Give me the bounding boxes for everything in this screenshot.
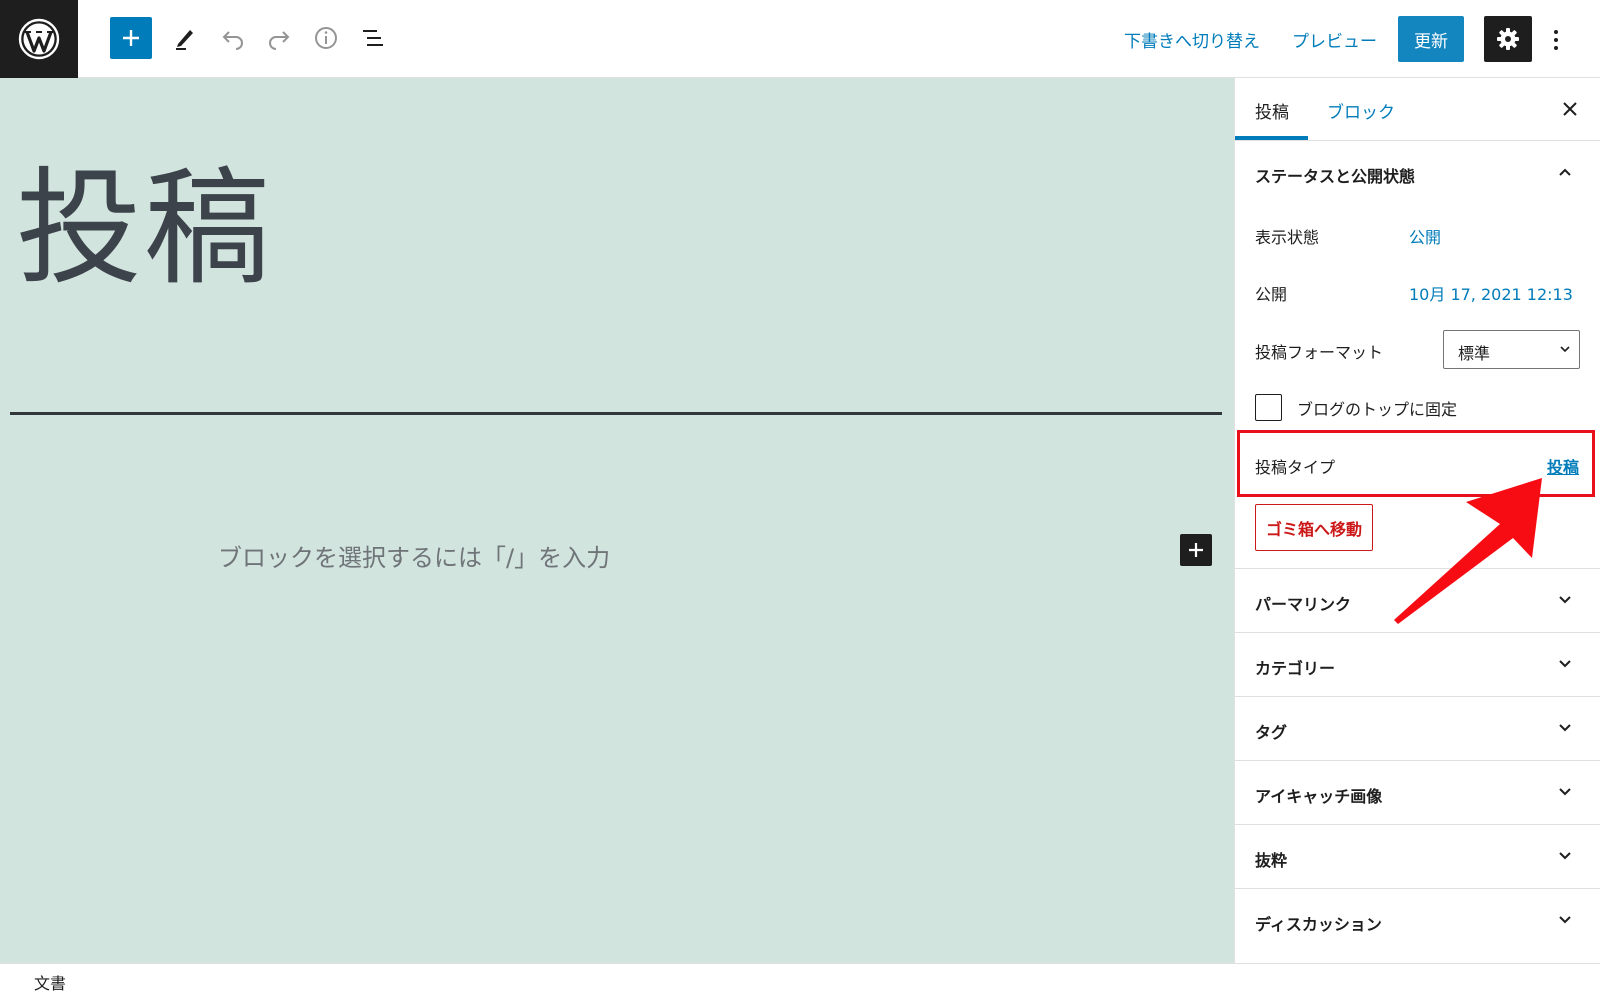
list-view-icon	[363, 30, 383, 46]
panel-title: タグ	[1255, 723, 1288, 742]
sticky-checkbox[interactable]	[1255, 394, 1282, 421]
inline-add-block-button[interactable]	[1180, 534, 1212, 566]
panel-excerpt[interactable]: 抜粋	[1235, 824, 1600, 888]
panel-title: パーマリンク	[1255, 595, 1352, 614]
post-type-label: 投稿タイプ	[1255, 458, 1336, 477]
preview-button[interactable]: プレビュー	[1292, 27, 1377, 52]
sidebar-tabs: 投稿 ブロック	[1235, 78, 1600, 141]
post-format-select[interactable]: 標準	[1443, 330, 1580, 369]
move-to-trash-button[interactable]: ゴミ箱へ移動	[1255, 504, 1373, 551]
status-panel-title[interactable]: ステータスと公開状態	[1255, 163, 1415, 187]
chevron-down-icon	[1559, 660, 1571, 668]
add-block-button[interactable]	[110, 17, 152, 59]
post-format-value: 標準	[1458, 344, 1491, 363]
block-breadcrumb-bar: 文書	[0, 963, 1600, 996]
annotation-arrow-icon	[1394, 478, 1542, 624]
visibility-label: 表示状態	[1255, 228, 1320, 247]
switch-to-draft-button[interactable]: 下書きへ切り替え	[1124, 27, 1260, 52]
block-placeholder[interactable]: ブロックを選択するには「/」を入力	[218, 538, 610, 573]
panel-featured-image[interactable]: アイキャッチ画像	[1235, 760, 1600, 824]
close-sidebar-button[interactable]	[1557, 96, 1583, 122]
editor-canvas[interactable]: 投稿 ブロックを選択するには「/」を入力	[0, 78, 1234, 963]
chevron-up-icon[interactable]	[1557, 164, 1573, 180]
panel-title: ディスカッション	[1255, 915, 1382, 934]
update-button[interactable]: 更新	[1398, 16, 1464, 62]
panel-title: アイキャッチ画像	[1255, 787, 1383, 806]
redo-icon	[269, 31, 290, 50]
editor-header: 下書きへ切り替え プレビュー 更新	[0, 0, 1600, 78]
chevron-down-icon	[1559, 852, 1571, 860]
details-button[interactable]	[305, 17, 347, 59]
chevron-down-icon	[1559, 916, 1571, 924]
post-title[interactable]: 投稿	[16, 166, 272, 292]
chevron-down-icon	[1559, 788, 1571, 796]
tools-button[interactable]	[164, 17, 206, 59]
active-tab-indicator	[1235, 136, 1308, 140]
chevron-down-icon	[1559, 596, 1571, 604]
info-icon	[315, 27, 337, 49]
panel-categories[interactable]: カテゴリー	[1235, 632, 1600, 696]
panel-title: カテゴリー	[1255, 659, 1336, 678]
list-view-button[interactable]	[352, 17, 394, 59]
wordpress-icon	[18, 18, 60, 60]
chevron-down-icon	[1559, 724, 1571, 732]
close-icon	[1563, 102, 1577, 116]
publish-date-toggle[interactable]: 10月 17, 2021 12:13	[1409, 281, 1573, 305]
breadcrumb-document[interactable]: 文書	[34, 970, 66, 994]
settings-button[interactable]	[1484, 16, 1532, 62]
panel-tags[interactable]: タグ	[1235, 696, 1600, 760]
more-vertical-icon	[1554, 30, 1558, 50]
tab-post[interactable]: 投稿	[1255, 98, 1289, 123]
separator-block[interactable]	[10, 412, 1222, 415]
panel-title: 抜粋	[1255, 851, 1288, 870]
publish-label: 公開	[1255, 285, 1288, 304]
pencil-icon	[176, 30, 193, 50]
plus-icon	[1189, 543, 1203, 557]
undo-icon	[222, 31, 243, 50]
undo-button[interactable]	[212, 17, 254, 59]
chevron-down-icon	[1560, 346, 1570, 353]
panel-discussion[interactable]: ディスカッション	[1235, 888, 1600, 952]
wordpress-logo[interactable]	[0, 0, 78, 78]
tab-block[interactable]: ブロック	[1327, 98, 1395, 123]
gear-icon	[1497, 28, 1519, 50]
options-button[interactable]	[1544, 20, 1568, 60]
sticky-label: ブログのトップに固定	[1297, 400, 1458, 419]
post-format-label: 投稿フォーマット	[1255, 343, 1384, 362]
visibility-toggle[interactable]: 公開	[1409, 224, 1441, 248]
post-type-switch-link[interactable]: 投稿	[1547, 454, 1579, 478]
redo-button[interactable]	[258, 17, 300, 59]
plus-icon	[123, 30, 139, 46]
